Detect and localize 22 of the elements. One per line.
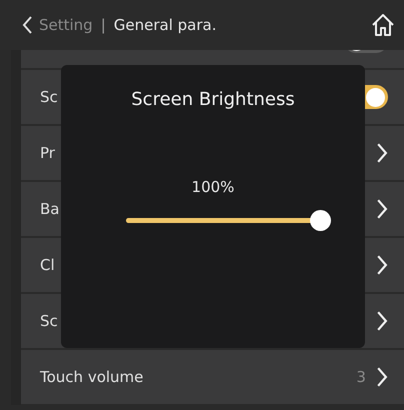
home-icon bbox=[370, 12, 396, 38]
chevron-right-icon bbox=[376, 310, 388, 332]
row-label: Sc bbox=[40, 88, 58, 106]
chevron-right-icon bbox=[376, 366, 388, 388]
home-button[interactable] bbox=[370, 12, 396, 38]
settings-row[interactable]: Touch volume 3 bbox=[21, 350, 404, 404]
row-label: Ba bbox=[40, 200, 60, 218]
slider-thumb[interactable] bbox=[310, 210, 331, 231]
chevron-left-icon bbox=[22, 15, 33, 35]
back-button[interactable]: Setting bbox=[22, 15, 93, 35]
row-label: Cl bbox=[40, 256, 55, 274]
brightness-reading: 100% bbox=[192, 178, 234, 196]
row-label: Touch volume bbox=[40, 368, 144, 386]
page-title: General para. bbox=[114, 16, 218, 34]
row-label: Pr bbox=[40, 144, 55, 162]
chevron-right-icon bbox=[376, 142, 388, 164]
row-value: 3 bbox=[356, 368, 366, 386]
row-label: Sc bbox=[40, 312, 58, 330]
chevron-right-icon bbox=[376, 198, 388, 220]
chevron-right-icon bbox=[376, 254, 388, 276]
header-separator: | bbox=[100, 16, 106, 34]
dialog-title: Screen Brightness bbox=[131, 89, 295, 110]
